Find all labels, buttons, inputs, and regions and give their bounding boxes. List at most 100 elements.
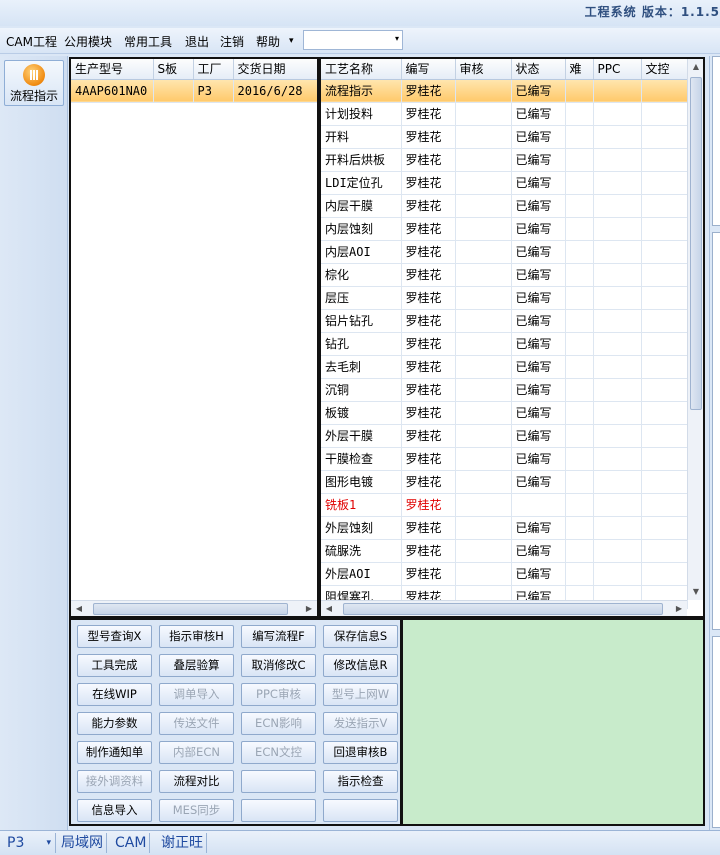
table-row[interactable]: 流程指示 罗桂花 已编写 [321, 79, 688, 103]
column-header-difficulty[interactable]: 难 [565, 59, 594, 80]
column-header-model[interactable]: 生产型号 [71, 59, 154, 80]
table-row[interactable]: 去毛刺 罗桂花 已编写 [321, 355, 688, 379]
table-row[interactable]: 棕化 罗桂花 已编写 [321, 263, 688, 287]
cell-status: 已编写 [511, 562, 566, 586]
product-table-hscrollbar[interactable]: ◀ ▶ [71, 600, 317, 616]
table-row[interactable]: LDI定位孔 罗桂花 已编写 [321, 171, 688, 195]
table-row[interactable]: 板镀 罗桂花 已编写 [321, 401, 688, 425]
table-row[interactable]: 内层蚀刻 罗桂花 已编写 [321, 217, 688, 241]
action-button-12[interactable]: 型号上网W [323, 683, 398, 706]
cell-process-name: 板镀 [321, 401, 402, 425]
table-row[interactable]: 外层干膜 罗桂花 已编写 [321, 424, 688, 448]
cell-status: 已编写 [511, 240, 566, 264]
action-button-16[interactable]: 发送指示V [323, 712, 398, 735]
menu-exit[interactable]: 退出 [185, 33, 209, 50]
action-button-15[interactable]: ECN影响 [241, 712, 316, 735]
table-row[interactable]: 开料后烘板 罗桂花 已编写 [321, 148, 688, 172]
status-factory-selector[interactable]: P3 ▾ [4, 833, 56, 853]
flow-instruction-button[interactable]: 流程指示 [4, 60, 64, 106]
table-row[interactable]: 外层蚀刻 罗桂花 已编写 [321, 516, 688, 540]
action-button-11[interactable]: PPC审核 [241, 683, 316, 706]
action-button-5[interactable]: 工具完成 [77, 654, 152, 677]
cell-process-name: 钻孔 [321, 332, 402, 356]
column-header-ppc[interactable]: PPC [593, 59, 642, 80]
column-header-process-name[interactable]: 工艺名称 [321, 59, 402, 80]
action-button-7[interactable]: 取消修改C [241, 654, 316, 677]
action-button-panel: 型号查询X 指示审核H 编写流程F 保存信息S 工具完成 叠层验算 取消修改C 修改信息R 在线… [69, 618, 402, 826]
action-button-23[interactable] [241, 770, 316, 793]
action-button-17[interactable]: 制作通知单 [77, 741, 152, 764]
action-button-24[interactable]: 指示检查 [323, 770, 398, 793]
action-button-18[interactable]: 内部ECN [159, 741, 234, 764]
column-header-document-control[interactable]: 文控 [641, 59, 688, 80]
cell-reviewer [455, 401, 512, 425]
scroll-left-icon[interactable]: ◀ [321, 601, 337, 616]
menu-common-modules[interactable]: 公用模块 [64, 33, 112, 50]
table-row[interactable]: 钻孔 罗桂花 已编写 [321, 332, 688, 356]
cell-process-name: 内层蚀刻 [321, 217, 402, 241]
action-button-26[interactable]: MES同步 [159, 799, 234, 822]
cell-difficulty [565, 447, 594, 471]
scroll-down-icon[interactable]: ▼ [688, 584, 703, 600]
action-button-6[interactable]: 叠层验算 [159, 654, 234, 677]
table-row[interactable]: 图形电镀 罗桂花 已编写 [321, 470, 688, 494]
column-header-writer[interactable]: 编写 [401, 59, 456, 80]
table-row[interactable]: 外层AOI 罗桂花 已编写 [321, 562, 688, 586]
table-row[interactable]: 铣板1 罗桂花 [321, 493, 688, 517]
process-table-vscrollbar[interactable]: ▲ ▼ [687, 59, 703, 600]
action-button-22[interactable]: 流程对比 [159, 770, 234, 793]
menu-help[interactable]: 帮助 [256, 33, 280, 50]
action-button-25[interactable]: 信息导入 [77, 799, 152, 822]
cell-ppc [593, 217, 642, 241]
action-button-1[interactable]: 型号查询X [77, 625, 152, 648]
action-button-13[interactable]: 能力参数 [77, 712, 152, 735]
cell-ppc [593, 539, 642, 563]
menu-common-tools[interactable]: 常用工具 [124, 33, 172, 50]
column-header-reviewer[interactable]: 审核 [455, 59, 512, 80]
table-row[interactable]: 计划投料 罗桂花 已编写 [321, 102, 688, 126]
action-button-9[interactable]: 在线WIP [77, 683, 152, 706]
chevron-down-icon[interactable]: ▾ [395, 34, 399, 43]
action-button-28[interactable] [323, 799, 398, 822]
table-row[interactable]: 开料 罗桂花 已编写 [321, 125, 688, 149]
scroll-thumb[interactable] [343, 603, 663, 615]
table-row[interactable]: 沉铜 罗桂花 已编写 [321, 378, 688, 402]
scroll-right-icon[interactable]: ▶ [301, 601, 317, 616]
column-header-s-board[interactable]: S板 [153, 59, 194, 80]
table-row[interactable]: 内层AOI 罗桂花 已编写 [321, 240, 688, 264]
scroll-up-icon[interactable]: ▲ [688, 59, 703, 75]
action-button-3[interactable]: 编写流程F [241, 625, 316, 648]
table-row[interactable]: 硫脲洗 罗桂花 已编写 [321, 539, 688, 563]
menu-cam-project[interactable]: CAM工程 [6, 33, 57, 50]
column-header-status[interactable]: 状态 [511, 59, 566, 80]
scroll-right-icon[interactable]: ▶ [671, 601, 687, 616]
action-button-10[interactable]: 调单导入 [159, 683, 234, 706]
scroll-thumb[interactable] [690, 77, 702, 410]
toolbar-combo-box[interactable]: ▾ [303, 30, 403, 50]
table-row[interactable]: 层压 罗桂花 已编写 [321, 286, 688, 310]
action-button-27[interactable] [241, 799, 316, 822]
menu-overflow-icon[interactable]: ▾ [289, 36, 294, 46]
product-table-header: 生产型号 S板 工厂 交货日期 [71, 59, 317, 80]
action-button-19[interactable]: ECN文控 [241, 741, 316, 764]
chevron-down-icon[interactable]: ▾ [46, 833, 51, 853]
action-button-20[interactable]: 回退审核B [323, 741, 398, 764]
scroll-thumb[interactable] [93, 603, 288, 615]
action-button-4[interactable]: 保存信息S [323, 625, 398, 648]
action-button-8[interactable]: 修改信息R [323, 654, 398, 677]
app-title: 工程系统 版本：1.1.5 [584, 5, 720, 19]
table-row[interactable]: 4AAP601NA0 P3 2016/6/28 [71, 79, 317, 103]
table-row[interactable]: 内层干膜 罗桂花 已编写 [321, 194, 688, 218]
table-row[interactable]: 干膜检查 罗桂花 已编写 [321, 447, 688, 471]
scroll-left-icon[interactable]: ◀ [71, 601, 87, 616]
column-header-delivery-date[interactable]: 交货日期 [233, 59, 317, 80]
action-button-2[interactable]: 指示审核H [159, 625, 234, 648]
table-row[interactable]: 铝片钻孔 罗桂花 已编写 [321, 309, 688, 333]
cell-writer: 罗桂花 [401, 378, 456, 402]
column-header-factory[interactable]: 工厂 [193, 59, 234, 80]
process-table-hscrollbar[interactable]: ◀ ▶ [321, 600, 687, 616]
cell-difficulty [565, 286, 594, 310]
action-button-21[interactable]: 接外调资料 [77, 770, 152, 793]
menu-logout[interactable]: 注销 [220, 33, 244, 50]
action-button-14[interactable]: 传送文件 [159, 712, 234, 735]
